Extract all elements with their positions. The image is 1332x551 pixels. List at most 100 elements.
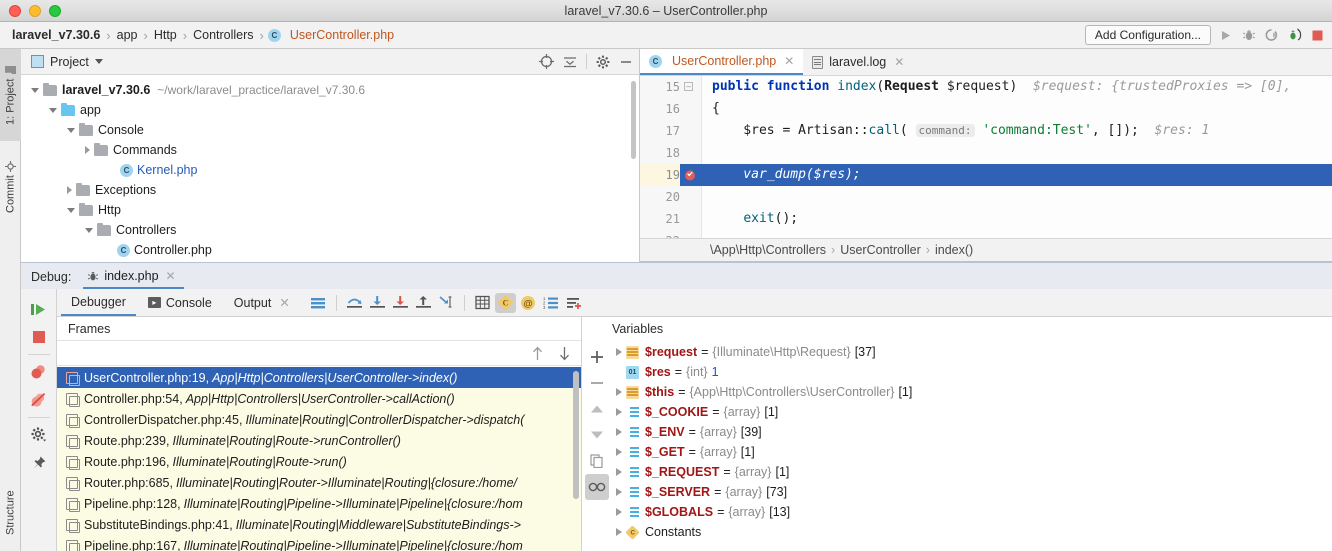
chevron-down-icon[interactable] [85, 227, 93, 233]
frame-row[interactable]: Route.php:239, Illuminate|Routing|Route-… [57, 430, 581, 451]
show-constants-icon[interactable]: C [494, 292, 516, 313]
move-down-icon[interactable] [585, 422, 609, 448]
breadcrumb-namespace[interactable]: \App\Http\Controllers [710, 243, 826, 257]
project-tree-scrollbar[interactable] [631, 81, 636, 159]
settings-icon[interactable] [26, 421, 52, 449]
chevron-down-icon[interactable] [67, 127, 75, 133]
tree-item-http[interactable]: Http [21, 200, 639, 220]
tree-item-exceptions[interactable]: Exceptions [21, 180, 639, 200]
frame-row[interactable]: Controller.php:54, App|Http|Controllers|… [57, 388, 581, 409]
editor-tab-laravel-log[interactable]: laravel.log ✕ [803, 49, 913, 75]
hide-icon[interactable] [619, 55, 633, 69]
tab-console[interactable]: ▸ Console [138, 289, 222, 316]
frame-row[interactable]: UserController.php:19, App|Http|Controll… [57, 367, 581, 388]
breadcrumb-item-app[interactable]: app [115, 28, 140, 42]
frames-list[interactable]: UserController.php:19, App|Http|Controll… [57, 367, 581, 551]
variable-row-request-super[interactable]: $_REQUEST = {array} [1] [612, 462, 1332, 482]
locate-icon[interactable] [539, 54, 554, 69]
expand-arrow-icon[interactable] [612, 428, 626, 436]
collapse-all-icon[interactable] [563, 55, 577, 69]
chevron-right-icon[interactable] [85, 146, 90, 154]
stop-icon[interactable] [1309, 27, 1326, 44]
pin-icon[interactable] [26, 449, 52, 477]
close-tab-icon[interactable]: ✕ [894, 55, 904, 69]
run-icon[interactable] [1217, 27, 1234, 44]
tree-item-console[interactable]: Console [21, 120, 639, 140]
tab-debugger[interactable]: Debugger [61, 289, 136, 316]
resume-program-icon[interactable] [26, 295, 52, 323]
variable-row-server[interactable]: $_SERVER = {array} [73] [612, 482, 1332, 502]
breadcrumb-item-controllers[interactable]: Controllers [191, 28, 255, 42]
variable-row-env[interactable]: $_ENV = {array} [39] [612, 422, 1332, 442]
move-down-icon[interactable] [558, 346, 571, 361]
code-fold-icon[interactable]: – [684, 82, 693, 91]
tree-item-controllers[interactable]: Controllers [21, 220, 639, 240]
debug-icon[interactable] [1240, 27, 1257, 44]
variable-row-request[interactable]: $request = {Illuminate\Http\Request} [37… [612, 342, 1332, 362]
step-over-icon[interactable] [344, 293, 365, 313]
variable-row-cookie[interactable]: $_COOKIE = {array} [1] [612, 402, 1332, 422]
variable-row-constants[interactable]: C Constants [612, 522, 1332, 542]
expand-arrow-icon[interactable] [612, 528, 626, 536]
expand-arrow-icon[interactable] [612, 448, 626, 456]
breadcrumb-class[interactable]: UserController [840, 243, 921, 257]
copy-value-icon[interactable] [585, 448, 609, 474]
frames-scrollbar[interactable] [573, 371, 579, 499]
variable-row-res[interactable]: 01 $res = {int} 1 [612, 362, 1332, 382]
variable-row-get[interactable]: $_GET = {array} [1] [612, 442, 1332, 462]
chevron-right-icon[interactable] [67, 186, 72, 194]
expand-arrow-icon[interactable] [612, 468, 626, 476]
add-watch-icon[interactable] [564, 293, 585, 313]
chevron-down-icon[interactable] [31, 87, 39, 93]
close-tab-icon[interactable]: ✕ [784, 54, 794, 68]
remove-watch-icon[interactable] [585, 370, 609, 396]
add-configuration-button[interactable]: Add Configuration... [1084, 25, 1211, 45]
chevron-down-icon[interactable] [67, 207, 75, 213]
force-step-into-icon[interactable] [390, 293, 411, 313]
chevron-down-icon[interactable] [94, 59, 103, 64]
inspect-icon[interactable] [585, 474, 609, 500]
mute-breakpoints-icon[interactable] [26, 386, 52, 414]
attach-to-process-icon[interactable] [1263, 27, 1280, 44]
expand-arrow-icon[interactable] [612, 388, 626, 396]
settings-gear-icon[interactable] [596, 55, 610, 69]
variables-list[interactable]: $request = {Illuminate\Http\Request} [37… [612, 317, 1332, 551]
tree-item-commands[interactable]: Commands [21, 140, 639, 160]
breakpoint-icon[interactable] [684, 169, 696, 181]
add-watch-icon[interactable] [585, 344, 609, 370]
tree-item-controller-php[interactable]: C Controller.php [21, 240, 639, 260]
expand-arrow-icon[interactable] [612, 348, 626, 356]
code-editor[interactable]: 15 – public function index(Request $requ… [640, 76, 1332, 262]
step-into-icon[interactable] [367, 293, 388, 313]
sidebar-tab-structure[interactable]: Structure [0, 475, 21, 551]
frame-row[interactable]: SubstituteBindings.php:41, Illuminate|Ro… [57, 514, 581, 535]
move-up-icon[interactable] [585, 396, 609, 422]
tree-item-kernel-php[interactable]: C Kernel.php [21, 160, 639, 180]
expand-arrow-icon[interactable] [612, 488, 626, 496]
listen-php-debug-icon[interactable] [1286, 27, 1303, 44]
show-at-icon[interactable]: @ [518, 293, 539, 313]
breadcrumb-item-http[interactable]: Http [152, 28, 179, 42]
chevron-down-icon[interactable] [49, 107, 57, 113]
frame-row[interactable]: ControllerDispatcher.php:45, Illuminate|… [57, 409, 581, 430]
tree-item-root[interactable]: laravel_v7.30.6 ~/work/laravel_practice/… [21, 80, 639, 100]
sort-values-icon[interactable]: 123 [541, 293, 562, 313]
sidebar-tab-commit[interactable]: Commit [0, 145, 21, 229]
run-to-cursor-icon[interactable] [436, 293, 457, 313]
breadcrumb-method[interactable]: index() [935, 243, 973, 257]
stop-icon[interactable] [26, 323, 52, 351]
move-up-icon[interactable] [531, 346, 544, 361]
variable-row-globals[interactable]: $GLOBALS = {array} [13] [612, 502, 1332, 522]
breadcrumb-item-file[interactable]: UserController.php [288, 28, 396, 42]
frame-row[interactable]: Router.php:685, Illuminate|Routing|Route… [57, 472, 581, 493]
expand-arrow-icon[interactable] [612, 408, 626, 416]
tree-item-app[interactable]: app [21, 100, 639, 120]
editor-tab-usercontroller[interactable]: C UserController.php ✕ [640, 49, 804, 75]
expand-arrow-icon[interactable] [612, 508, 626, 516]
variable-row-this[interactable]: $this = {App\Http\Controllers\UserContro… [612, 382, 1332, 402]
debug-session-tab[interactable]: index.php ✕ [83, 269, 184, 289]
sidebar-tab-project[interactable]: 1: Project [0, 49, 21, 141]
project-tree[interactable]: laravel_v7.30.6 ~/work/laravel_practice/… [21, 75, 639, 262]
layout-settings-icon[interactable] [308, 293, 329, 313]
breadcrumb-item-root[interactable]: laravel_v7.30.6 [10, 28, 102, 42]
